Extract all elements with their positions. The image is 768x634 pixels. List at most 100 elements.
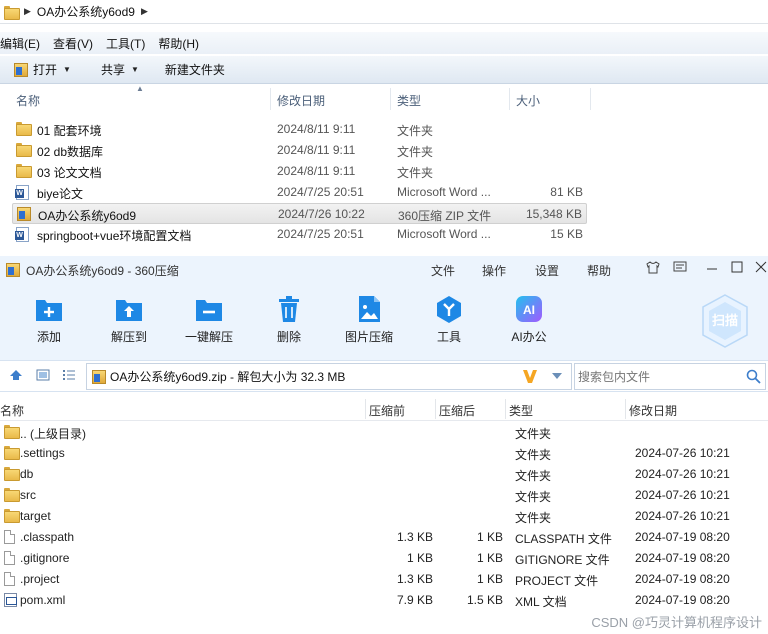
explorer-file-row[interactable]: 01 配套环境 2024/8/11 9:11 文件夹 (12, 119, 587, 140)
open-button[interactable]: 打开 ▼ (14, 61, 71, 78)
column-divider[interactable] (270, 88, 271, 110)
archive-entry-row[interactable]: .project 1.3 KB 1 KB PROJECT 文件 2024-07-19 0… (0, 569, 768, 590)
column-name[interactable]: 名称 (0, 402, 24, 419)
file-icon (4, 572, 15, 586)
column-size[interactable]: 大小 (516, 92, 540, 109)
column-divider[interactable] (509, 88, 510, 110)
image-compress-label: 图片压缩 (344, 330, 393, 344)
file-name: 01 配套环境 (37, 124, 102, 138)
entry-type: 文件夹 (515, 448, 552, 462)
skin-icon[interactable] (646, 261, 660, 277)
search-input[interactable] (578, 369, 738, 384)
chevron-down-icon[interactable] (551, 370, 563, 384)
word-doc-icon (15, 185, 29, 200)
column-date[interactable]: 修改日期 (277, 92, 325, 109)
share-button[interactable]: 共享 ▼ (101, 61, 139, 78)
entry-date: 2024-07-26 10:21 (635, 488, 730, 502)
breadcrumb[interactable]: OA办公系统y6od9 (37, 3, 135, 20)
menu-edit[interactable]: 编辑(E) (0, 35, 40, 52)
xml-file-icon (4, 593, 17, 607)
column-before[interactable]: 压缩前 (369, 402, 405, 419)
address-bar[interactable]: ▶ OA办公系统y6od9 ▶ (0, 0, 768, 24)
chevron-right-icon[interactable]: ▶ (24, 6, 31, 17)
share-label: 共享 (100, 63, 125, 77)
entry-type: 文件夹 (515, 511, 552, 525)
word-doc-icon (15, 227, 29, 242)
zip-archive-icon (14, 62, 28, 77)
column-type[interactable]: 类型 (397, 92, 421, 109)
column-divider[interactable] (435, 399, 436, 419)
archive-entry-row[interactable]: pom.xml 7.9 KB 1.5 KB XML 文档 2024-07-19 08:2… (0, 590, 768, 611)
search-icon[interactable] (746, 369, 761, 387)
column-date[interactable]: 修改日期 (629, 402, 677, 419)
tools-button[interactable]: 工具 (414, 294, 484, 345)
entry-size-after: 1 KB (476, 530, 503, 544)
column-divider[interactable] (625, 399, 626, 419)
zip-path-bar: OA办公系统y6od9.zip - 解包大小为 32.3 MB (0, 360, 768, 392)
archive-entry-row[interactable]: src 文件夹 2024-07-26 10:21 (0, 485, 768, 506)
menu-view[interactable]: 查看(V) (53, 35, 93, 52)
feedback-icon[interactable] (673, 261, 687, 277)
extract-to-button[interactable]: 解压到 (94, 294, 164, 345)
zip-column-header: 名称 压缩前 压缩后 类型 修改日期 (0, 399, 768, 421)
image-compress-icon (354, 294, 384, 324)
up-arrow-icon[interactable] (9, 368, 23, 385)
archive-entry-row[interactable]: db 文件夹 2024-07-26 10:21 (0, 464, 768, 485)
archive-entry-row[interactable]: .. (上级目录) 文件夹 (0, 422, 768, 443)
explorer-file-row[interactable]: OA办公系统y6od9 2024/7/26 10:22 360压缩 ZIP 文件 15… (12, 203, 587, 224)
minimize-icon[interactable] (706, 261, 718, 276)
entry-type: 文件夹 (515, 490, 552, 504)
menu-tools[interactable]: 工具(T) (106, 35, 145, 52)
one-click-extract-icon (194, 294, 224, 324)
close-icon[interactable] (755, 261, 767, 276)
archive-path-field[interactable]: OA办公系统y6od9.zip - 解包大小为 32.3 MB (86, 363, 572, 390)
scan-label: 扫描 (712, 313, 738, 328)
zip-archive-icon (17, 207, 31, 221)
add-button[interactable]: 添加 (14, 294, 84, 345)
menu-help[interactable]: 帮助(H) (158, 35, 199, 52)
entry-size-before: 1.3 KB (396, 572, 433, 586)
one-click-extract-button[interactable]: 一键解压 (174, 294, 244, 345)
file-size: 15 KB (550, 227, 583, 241)
file-type: Microsoft Word ... (397, 185, 491, 199)
archive-entry-row[interactable]: .gitignore 1 KB 1 KB GITIGNORE 文件 2024-07-19… (0, 548, 768, 569)
view-thumbnail-icon[interactable] (36, 368, 50, 385)
archive-entry-row[interactable]: .classpath 1.3 KB 1 KB CLASSPATH 文件 2024-07-… (0, 527, 768, 548)
ai-office-icon: AI (514, 294, 544, 324)
v-logo-icon[interactable] (521, 367, 539, 388)
column-divider[interactable] (505, 399, 506, 419)
chevron-right-icon[interactable]: ▶ (141, 6, 148, 17)
explorer-file-row[interactable]: biye论文 2024/7/25 20:51 Microsoft Word ... 8… (12, 182, 587, 203)
file-type: 文件夹 (397, 145, 434, 159)
folder-icon (4, 425, 20, 439)
column-type[interactable]: 类型 (509, 402, 533, 419)
column-divider[interactable] (390, 88, 391, 110)
explorer-file-row[interactable]: springboot+vue环境配置文档 2024/7/25 20:51 Micro… (12, 224, 587, 245)
ai-office-button[interactable]: AI AI办公 (494, 294, 564, 345)
menu-file[interactable]: 文件 (431, 262, 455, 279)
ai-office-label: AI办公 (511, 330, 547, 344)
one-click-extract-label: 一键解压 (184, 330, 233, 344)
entry-type: 文件夹 (515, 427, 552, 441)
image-compress-button[interactable]: 图片压缩 (334, 294, 404, 345)
column-after[interactable]: 压缩后 (439, 402, 475, 419)
explorer-file-row[interactable]: 02 db数据库 2024/8/11 9:11 文件夹 (12, 140, 587, 161)
delete-button[interactable]: 删除 (254, 294, 324, 345)
view-list-icon[interactable] (62, 368, 76, 385)
new-folder-button[interactable]: 新建文件夹 (165, 61, 225, 78)
explorer-file-row[interactable]: 03 论文文档 2024/8/11 9:11 文件夹 (12, 161, 587, 182)
menu-settings[interactable]: 设置 (535, 262, 559, 279)
column-divider[interactable] (590, 88, 591, 110)
entry-name: pom.xml (20, 593, 66, 607)
menu-help[interactable]: 帮助 (587, 262, 611, 279)
scan-button[interactable]: 扫描 (700, 293, 750, 349)
menu-operate[interactable]: 操作 (482, 262, 506, 279)
tools-icon (434, 294, 464, 324)
archive-entry-row[interactable]: target 文件夹 2024-07-26 10:21 (0, 506, 768, 527)
archive-entry-row[interactable]: .settings 文件夹 2024-07-26 10:21 (0, 443, 768, 464)
file-type: Microsoft Word ... (397, 227, 491, 241)
column-divider[interactable] (365, 399, 366, 419)
maximize-icon[interactable] (731, 261, 743, 276)
file-name: 02 db数据库 (37, 145, 104, 159)
column-name[interactable]: 名称 (16, 92, 40, 109)
